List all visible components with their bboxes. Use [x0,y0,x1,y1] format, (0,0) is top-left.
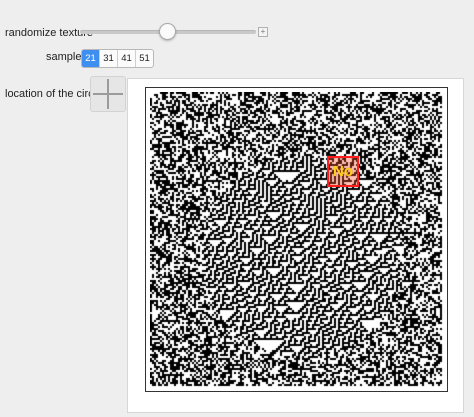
location-of-circle-label: location of the circle [5,88,103,100]
sample-size-option-31[interactable]: 31 [100,50,118,67]
sample-size-option-51[interactable]: 51 [136,50,153,67]
circle-result-marker: No [327,156,359,187]
sample-size-option-21[interactable]: 21 [82,50,100,67]
slider-expand-button[interactable]: + [258,27,268,37]
crosshair-vertical [107,79,109,109]
circle-location-locator[interactable] [90,76,126,112]
texture-image [150,92,443,387]
texture-frame[interactable] [145,87,448,392]
sample-size-selector: 21 31 41 51 [81,49,154,68]
circle-result-text: No [333,163,353,180]
sample-size-option-41[interactable]: 41 [118,50,136,67]
randomize-texture-slider-thumb[interactable] [159,23,176,40]
